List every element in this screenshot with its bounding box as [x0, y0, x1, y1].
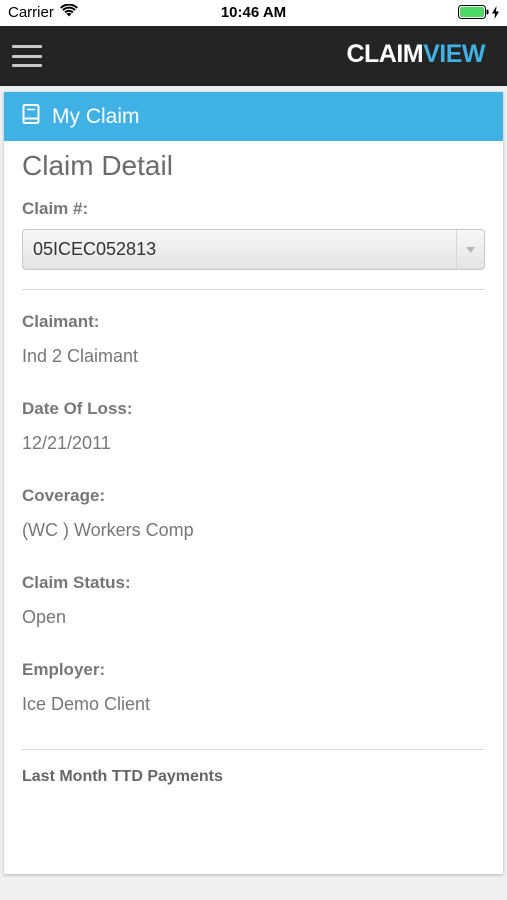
logo-view-text: VIEW: [423, 40, 485, 68]
employer-label: Employer:: [22, 660, 106, 679]
claim-card: My Claim Claim Detail Claim #: 05ICEC052…: [4, 92, 503, 874]
app-header: CLAIMVIEW: [0, 26, 507, 86]
date-of-loss-field: Date Of Loss: 12/21/2011: [22, 399, 485, 454]
card-title: My Claim: [52, 104, 140, 128]
date-of-loss-value: 12/21/2011: [22, 433, 111, 453]
page-title: Claim Detail: [22, 150, 173, 181]
status-time: 10:46 AM: [220, 4, 287, 21]
coverage-label: Coverage:: [22, 486, 106, 505]
claim-status-field: Claim Status: Open: [22, 573, 485, 628]
employer-field: Employer: Ice Demo Client: [22, 660, 485, 715]
claimant-value: Ind 2 Claimant: [22, 346, 139, 366]
coverage-value: (WC ) Workers Comp: [22, 520, 194, 540]
claim-number-label: Claim #:: [22, 199, 89, 218]
employer-value: Ice Demo Client: [22, 694, 151, 714]
date-of-loss-label: Date Of Loss:: [22, 399, 133, 418]
divider: [22, 749, 485, 750]
claim-number-value: 05ICEC052813: [33, 239, 157, 259]
claimant-label: Claimant:: [22, 312, 100, 331]
card-body: Claim Detail Claim #: 05ICEC052813 Claim…: [4, 149, 503, 786]
battery-indicator: [458, 5, 499, 23]
status-bar: Carrier 10:46 AM: [0, 0, 507, 26]
dropdown-arrow-icon[interactable]: [456, 230, 484, 269]
claim-status-label: Claim Status:: [22, 573, 131, 592]
ttd-payments-title: Last Month TTD Payments: [22, 768, 223, 785]
charging-bolt-icon: [492, 5, 499, 23]
claimview-logo: CLAIMVIEW: [346, 40, 485, 69]
divider: [22, 289, 485, 290]
claim-number-select[interactable]: 05ICEC052813: [22, 229, 485, 270]
card-header: My Claim: [4, 92, 503, 141]
claim-status-value: Open: [22, 607, 67, 627]
coverage-field: Coverage: (WC ) Workers Comp: [22, 486, 485, 541]
book-icon: [22, 103, 40, 130]
claimant-field: Claimant: Ind 2 Claimant: [22, 312, 485, 367]
battery-icon: [458, 5, 489, 23]
hamburger-menu-icon[interactable]: [12, 43, 42, 69]
logo-claim-text: CLAIM: [346, 40, 424, 68]
